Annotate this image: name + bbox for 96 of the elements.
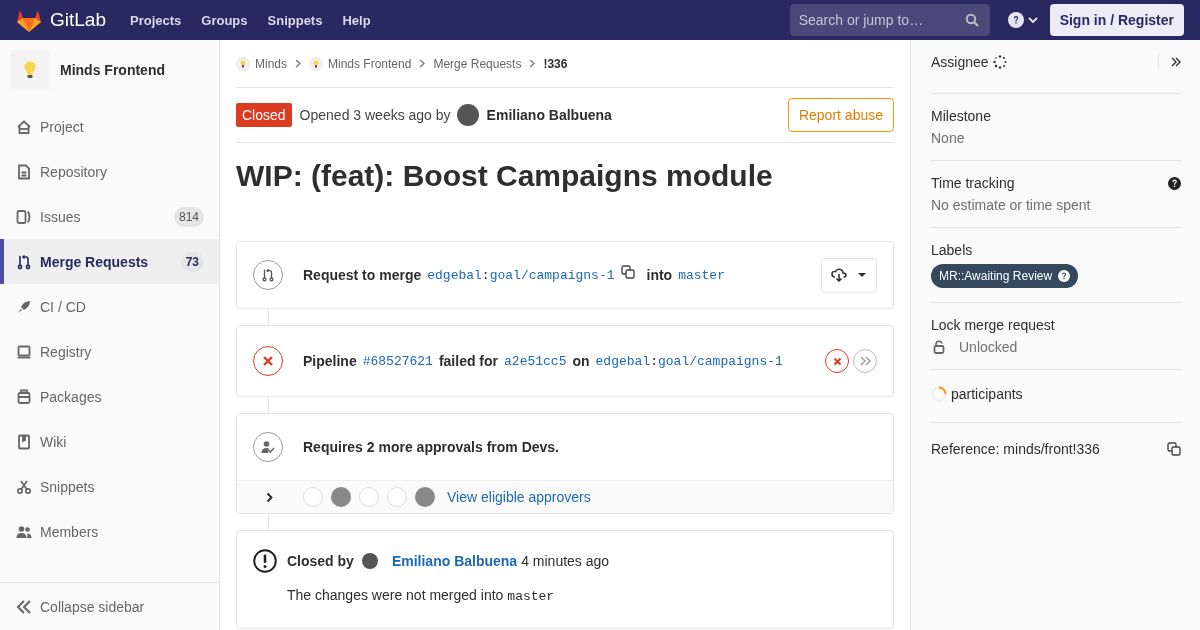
search-icon bbox=[964, 13, 979, 27]
participants-label: participants bbox=[951, 386, 1023, 402]
time-tracking-value: No estimate or time spent bbox=[931, 197, 1092, 213]
double-chevron-right-icon[interactable] bbox=[1171, 57, 1181, 67]
package-icon bbox=[16, 388, 32, 405]
time-tracking-label: Time tracking bbox=[931, 175, 1015, 191]
book-icon bbox=[16, 433, 32, 450]
approvals-text: Requires 2 more approvals from Devs. bbox=[303, 439, 559, 455]
branch-name: master bbox=[507, 589, 555, 604]
count-badge: 814 bbox=[173, 206, 204, 227]
empty-avatar-icon bbox=[387, 487, 407, 507]
copy-icon[interactable] bbox=[620, 265, 635, 279]
caret-down-icon bbox=[857, 272, 867, 278]
help-icon[interactable] bbox=[1168, 176, 1181, 190]
breadcrumb-link[interactable]: Minds bbox=[255, 56, 287, 71]
collapse-sidebar-button[interactable]: Collapse sidebar bbox=[0, 582, 219, 630]
lock-value: Unlocked bbox=[959, 339, 1018, 355]
exclamation-icon bbox=[253, 549, 277, 573]
label-tag[interactable]: MR::Awaiting Review bbox=[931, 264, 1079, 288]
avatar-icon[interactable] bbox=[361, 553, 378, 569]
into-label: into bbox=[646, 267, 673, 283]
labels-label: Labels bbox=[931, 242, 974, 258]
sidebar-item[interactable]: Members bbox=[0, 509, 219, 554]
loading-spinner-icon bbox=[931, 386, 947, 402]
breadcrumb-link[interactable]: Minds Frontend bbox=[328, 56, 412, 71]
author-link[interactable]: Emiliano Balbuena bbox=[486, 107, 612, 123]
merge-label: Request to merge bbox=[303, 267, 422, 283]
chevron-right-icon[interactable] bbox=[266, 491, 273, 503]
nav-link[interactable]: Snippets bbox=[267, 12, 323, 28]
copy-icon[interactable] bbox=[1167, 442, 1181, 456]
sidebar-item[interactable]: Snippets bbox=[0, 464, 219, 509]
merge-request-title: WIP: (feat): Boost Campaigns module bbox=[236, 159, 774, 193]
timestamp: 4 minutes ago bbox=[521, 553, 610, 569]
sidebar-item[interactable]: Repository bbox=[0, 149, 219, 194]
download-dropdown-button[interactable] bbox=[821, 257, 877, 293]
people-icon bbox=[16, 523, 32, 540]
count-badge: 73 bbox=[180, 251, 204, 272]
source-branch-link[interactable]: edgebal:goal/campaigns-1 bbox=[595, 353, 783, 369]
on-label: on bbox=[572, 353, 590, 369]
cloud-download-icon bbox=[831, 268, 847, 282]
breadcrumb-link[interactable]: Merge Requests bbox=[433, 56, 522, 71]
assignee-label: Assignee bbox=[931, 54, 989, 70]
double-chevron-left-icon bbox=[16, 599, 32, 614]
empty-avatar-icon bbox=[359, 487, 379, 507]
milestone-label: Milestone bbox=[931, 108, 992, 124]
lightbulb-avatar-icon bbox=[236, 56, 250, 71]
sidebar-item[interactable]: Issues 814 bbox=[0, 194, 219, 239]
help-dropdown-icon[interactable] bbox=[1007, 12, 1040, 28]
scissors-icon bbox=[16, 478, 32, 495]
user-link[interactable]: Emiliano Balbuena bbox=[391, 553, 518, 569]
unlocked-padlock-icon bbox=[933, 340, 945, 354]
home-icon bbox=[16, 118, 32, 135]
chevron-right-icon bbox=[529, 59, 536, 68]
source-branch-link[interactable]: edgebal:goal/campaigns-1 bbox=[427, 267, 615, 283]
status-text: failed for bbox=[438, 353, 499, 369]
nav-link[interactable]: Groups bbox=[201, 12, 248, 28]
status-badge: Closed bbox=[236, 103, 292, 127]
rocket-icon bbox=[16, 298, 32, 315]
lock-label: Lock merge request bbox=[931, 317, 1056, 333]
issues-icon bbox=[16, 208, 32, 225]
lightbulb-avatar-icon bbox=[309, 56, 323, 71]
view-approvers-link[interactable]: View eligible approvers bbox=[447, 489, 591, 505]
help-icon[interactable] bbox=[1058, 270, 1071, 282]
sidebar-item[interactable]: Project bbox=[0, 104, 219, 149]
avatar-icon bbox=[415, 487, 435, 507]
loading-spinner-icon bbox=[992, 55, 1007, 69]
nav-link[interactable]: Help bbox=[342, 12, 371, 28]
nav-link[interactable]: Projects bbox=[130, 12, 182, 28]
sidebar-item[interactable]: CI / CD bbox=[0, 284, 219, 329]
logo-wordmark[interactable]: GitLab bbox=[50, 9, 106, 31]
closed-message: The changes were not merged into bbox=[287, 587, 504, 603]
reference-text: Reference: minds/front!336 bbox=[931, 441, 1100, 457]
closed-by-label: Closed by bbox=[287, 553, 354, 569]
sidebar-item[interactable]: Registry bbox=[0, 329, 219, 374]
target-branch-link[interactable]: master bbox=[678, 267, 725, 283]
avatar-icon[interactable] bbox=[456, 104, 479, 126]
sidebar-item[interactable]: Wiki bbox=[0, 419, 219, 464]
sidebar-item[interactable]: Packages bbox=[0, 374, 219, 419]
sidebar-item[interactable]: Merge Requests 73 bbox=[0, 239, 219, 284]
merge-request-icon bbox=[16, 253, 32, 270]
chevron-right-icon bbox=[419, 59, 426, 68]
document-icon bbox=[16, 163, 32, 180]
sign-in-button[interactable]: Sign in / Register bbox=[1049, 4, 1184, 36]
chevron-right-icon bbox=[295, 59, 301, 68]
milestone-value: None bbox=[931, 130, 966, 146]
breadcrumb-link[interactable]: !336 bbox=[543, 56, 568, 71]
empty-avatar-icon bbox=[303, 487, 323, 507]
pipeline-label: Pipeline bbox=[303, 353, 357, 369]
commit-link[interactable]: a2e51cc5 bbox=[504, 353, 567, 369]
search-field[interactable]: Search or jump to… bbox=[789, 4, 990, 36]
opened-text: Opened 3 weeks ago by bbox=[299, 107, 451, 123]
pipeline-id-link[interactable]: #68527621 bbox=[362, 353, 433, 369]
project-name[interactable]: Minds Frontend bbox=[60, 62, 165, 78]
fox-logo-icon[interactable] bbox=[16, 8, 42, 32]
avatar-icon bbox=[331, 487, 351, 507]
laptop-icon bbox=[16, 343, 32, 360]
